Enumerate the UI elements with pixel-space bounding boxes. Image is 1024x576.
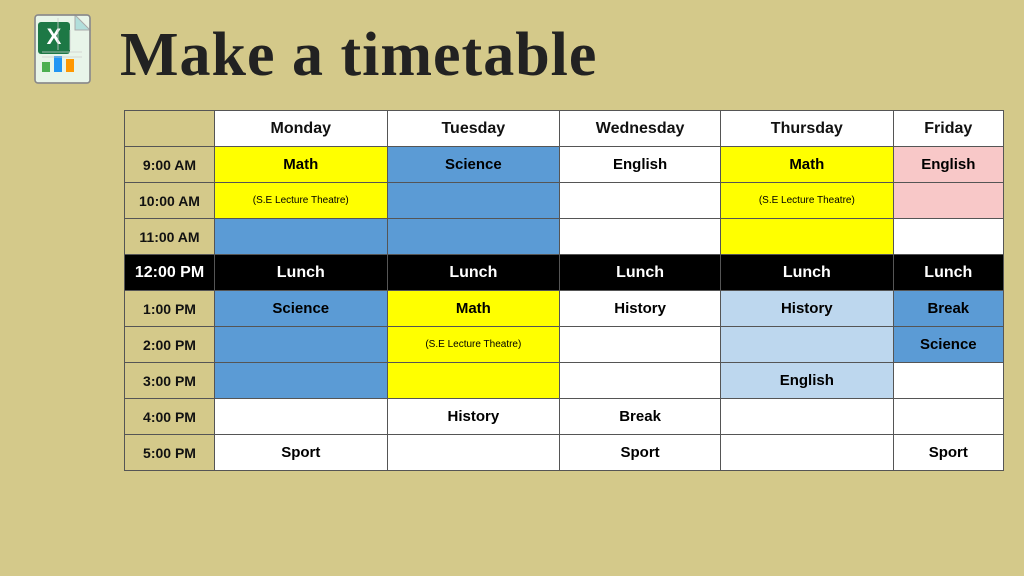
col-friday: Friday (893, 111, 1003, 147)
time-cell: 3:00 PM (125, 363, 215, 399)
schedule-cell (387, 363, 560, 399)
schedule-cell (721, 435, 894, 471)
schedule-cell: Science (387, 147, 560, 183)
schedule-cell: Break (893, 291, 1003, 327)
schedule-cell: Math (387, 291, 560, 327)
schedule-cell (215, 219, 388, 255)
time-cell: 4:00 PM (125, 399, 215, 435)
time-cell: 9:00 AM (125, 147, 215, 183)
schedule-cell: Science (893, 327, 1003, 363)
timetable: Monday Tuesday Wednesday Thursday Friday… (124, 110, 1004, 471)
schedule-cell: Sport (893, 435, 1003, 471)
col-monday: Monday (215, 111, 388, 147)
time-cell: 11:00 AM (125, 219, 215, 255)
schedule-cell: Sport (560, 435, 721, 471)
time-cell: 10:00 AM (125, 183, 215, 219)
schedule-cell (893, 183, 1003, 219)
time-cell: 12:00 PM (125, 255, 215, 291)
schedule-cell: English (893, 147, 1003, 183)
schedule-cell: History (560, 291, 721, 327)
schedule-cell: Lunch (721, 255, 894, 291)
schedule-cell (893, 219, 1003, 255)
table-row: 3:00 PM English (125, 363, 1004, 399)
time-cell: 1:00 PM (125, 291, 215, 327)
excel-icon: X (20, 10, 110, 100)
schedule-cell: English (560, 147, 721, 183)
col-tuesday: Tuesday (387, 111, 560, 147)
schedule-cell (560, 327, 721, 363)
schedule-cell (215, 363, 388, 399)
schedule-cell: (S.E Lecture Theatre) (387, 327, 560, 363)
table-row: 1:00 PMScienceMathHistoryHistoryBreak (125, 291, 1004, 327)
schedule-cell (721, 399, 894, 435)
schedule-cell (215, 327, 388, 363)
schedule-cell (721, 219, 894, 255)
table-row: 5:00 PMSportSportSport (125, 435, 1004, 471)
schedule-cell (893, 363, 1003, 399)
header-row: Monday Tuesday Wednesday Thursday Friday (125, 111, 1004, 147)
schedule-cell: Math (215, 147, 388, 183)
table-row: 10:00 AM(S.E Lecture Theatre)(S.E Lectur… (125, 183, 1004, 219)
page-title: Make a timetable (120, 20, 597, 91)
schedule-cell (560, 363, 721, 399)
schedule-cell (893, 399, 1003, 435)
schedule-cell: History (387, 399, 560, 435)
schedule-cell: Lunch (893, 255, 1003, 291)
schedule-cell (215, 399, 388, 435)
schedule-cell (387, 183, 560, 219)
schedule-cell: Sport (215, 435, 388, 471)
table-row: 2:00 PM (S.E Lecture Theatre) Science (125, 327, 1004, 363)
schedule-cell: Lunch (560, 255, 721, 291)
header: X Make a timetable (20, 10, 1004, 100)
schedule-cell (560, 183, 721, 219)
schedule-cell (387, 435, 560, 471)
schedule-cell: (S.E Lecture Theatre) (215, 183, 388, 219)
schedule-cell: History (721, 291, 894, 327)
schedule-cell: Break (560, 399, 721, 435)
schedule-cell: English (721, 363, 894, 399)
schedule-cell: Lunch (387, 255, 560, 291)
schedule-cell: Science (215, 291, 388, 327)
time-header (125, 111, 215, 147)
table-row: 9:00 AMMathScienceEnglishMathEnglish (125, 147, 1004, 183)
table-row: 11:00 AM (125, 219, 1004, 255)
table-row: 4:00 PM HistoryBreak (125, 399, 1004, 435)
time-cell: 5:00 PM (125, 435, 215, 471)
time-cell: 2:00 PM (125, 327, 215, 363)
schedule-cell (387, 219, 560, 255)
table-row: 12:00 PMLunchLunchLunchLunchLunch (125, 255, 1004, 291)
timetable-container: Monday Tuesday Wednesday Thursday Friday… (20, 110, 1004, 471)
schedule-cell: Math (721, 147, 894, 183)
schedule-cell: (S.E Lecture Theatre) (721, 183, 894, 219)
schedule-cell: Lunch (215, 255, 388, 291)
svg-text:X: X (47, 24, 62, 49)
schedule-cell (560, 219, 721, 255)
schedule-cell (721, 327, 894, 363)
col-thursday: Thursday (721, 111, 894, 147)
col-wednesday: Wednesday (560, 111, 721, 147)
